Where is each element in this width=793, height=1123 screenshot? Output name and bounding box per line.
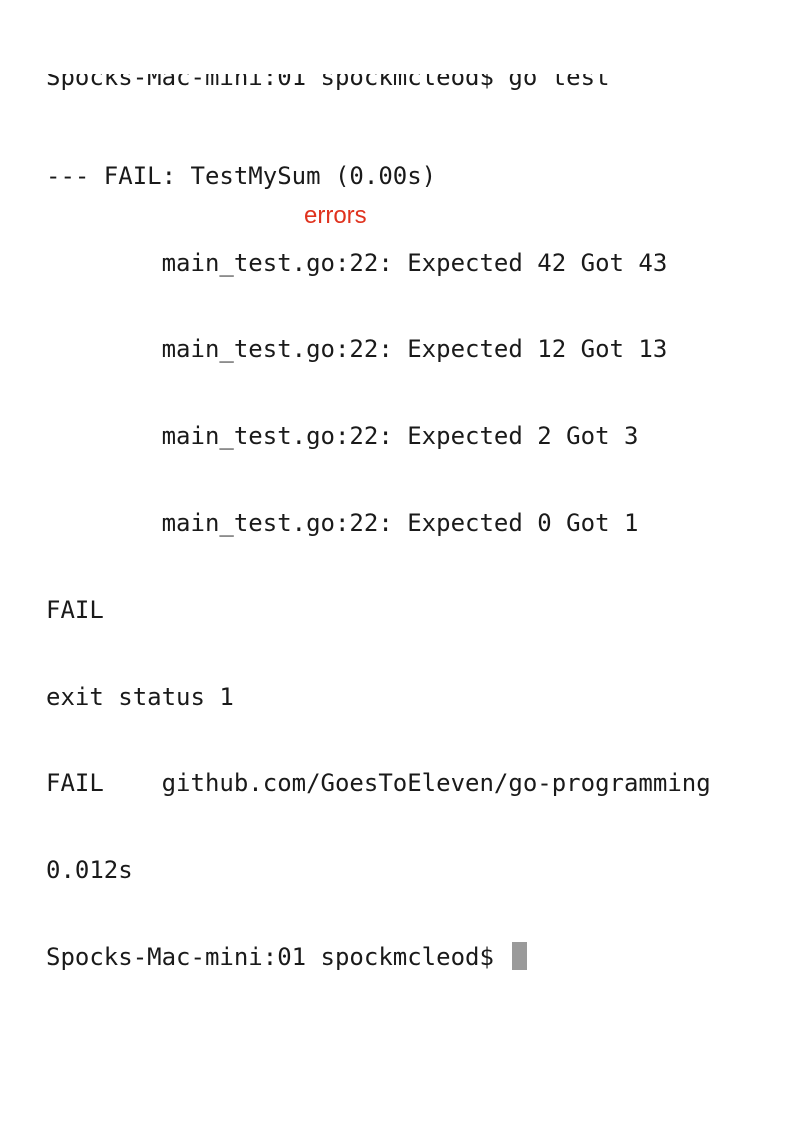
terminal-line-fail-package: FAIL github.com/GoesToEleven/go-programm…: [46, 769, 711, 798]
terminal-line-error-1: main_test.go:22: Expected 42 Got 43: [46, 248, 668, 277]
terminal-line-command: Spocks-Mac-mini:01 spockmcleod$ go test: [46, 74, 610, 91]
terminal-line-fail-header: --- FAIL: TestMySum (0.00s): [46, 161, 437, 190]
terminal-window[interactable]: Spocks-Mac-mini:01 spockmcleod$ go test …: [0, 0, 793, 1123]
terminal-line-error-2: main_test.go:22: Expected 12 Got 13: [46, 335, 668, 364]
errors-annotation: errors: [304, 202, 367, 229]
terminal-line-exit-status: exit status 1: [46, 682, 234, 711]
terminal-line-error-3: main_test.go:22: Expected 2 Got 3: [46, 422, 639, 451]
terminal-line-fail: FAIL: [46, 595, 104, 624]
terminal-output: Spocks-Mac-mini:01 spockmcleod$ go test …: [46, 18, 750, 1029]
terminal-line-error-4: main_test.go:22: Expected 0 Got 1: [46, 508, 639, 537]
terminal-line-duration: 0.012s: [46, 856, 133, 885]
prompt-text: Spocks-Mac-mini:01 spockmcleod$: [46, 942, 494, 971]
cursor-block: [512, 941, 528, 970]
terminal-line-prompt[interactable]: Spocks-Mac-mini:01 spockmcleod$: [46, 941, 750, 973]
